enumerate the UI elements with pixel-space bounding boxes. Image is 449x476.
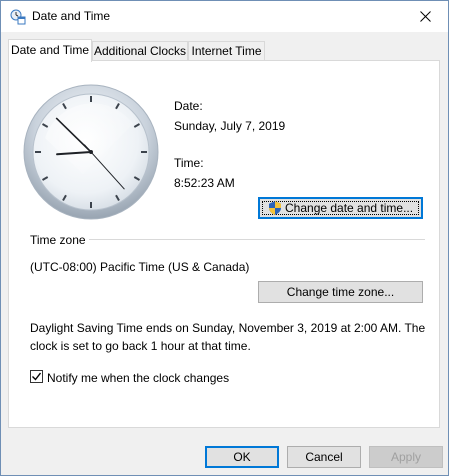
notify-label[interactable]: Notify me when the clock changes (47, 371, 229, 385)
checkmark-icon (32, 372, 41, 381)
analog-clock (23, 84, 159, 220)
title-bar[interactable]: Date and Time (1, 1, 448, 32)
notify-checkbox[interactable] (30, 370, 43, 383)
uac-shield-icon (269, 201, 281, 215)
time-zone-heading: Time zone (30, 233, 86, 247)
ok-button[interactable]: OK (205, 446, 279, 468)
clock-center-pin (89, 150, 93, 154)
tab-additional-clocks[interactable]: Additional Clocks (92, 41, 188, 60)
tab-date-and-time[interactable]: Date and Time (8, 39, 92, 62)
change-date-time-label: Change date and time... (285, 201, 414, 215)
time-label: Time: (174, 156, 204, 170)
time-value: 8:52:23 AM (174, 176, 235, 190)
dst-text-line-1: Daylight Saving Time ends on Sunday, Nov… (30, 321, 426, 335)
dst-text-line-2: clock is set to go back 1 hour at that t… (30, 339, 251, 353)
date-time-icon (10, 9, 26, 25)
close-icon (419, 11, 431, 22)
apply-button[interactable]: Apply (369, 446, 443, 468)
date-time-dialog: Date and Time Date and Time Additional C… (0, 0, 449, 476)
change-date-time-button[interactable]: Change date and time... (258, 197, 423, 219)
cancel-button[interactable]: Cancel (287, 446, 361, 468)
change-time-zone-button[interactable]: Change time zone... (258, 281, 423, 303)
date-value: Sunday, July 7, 2019 (174, 119, 286, 133)
dialog-footer: OK Cancel Apply (1, 439, 448, 475)
window-title: Date and Time (32, 9, 111, 23)
date-label: Date: (174, 99, 203, 113)
time-zone-value: (UTC-08:00) Pacific Time (US & Canada) (30, 260, 250, 274)
tab-internet-time[interactable]: Internet Time (188, 41, 265, 60)
time-zone-separator (89, 239, 425, 240)
close-button[interactable] (402, 1, 448, 32)
